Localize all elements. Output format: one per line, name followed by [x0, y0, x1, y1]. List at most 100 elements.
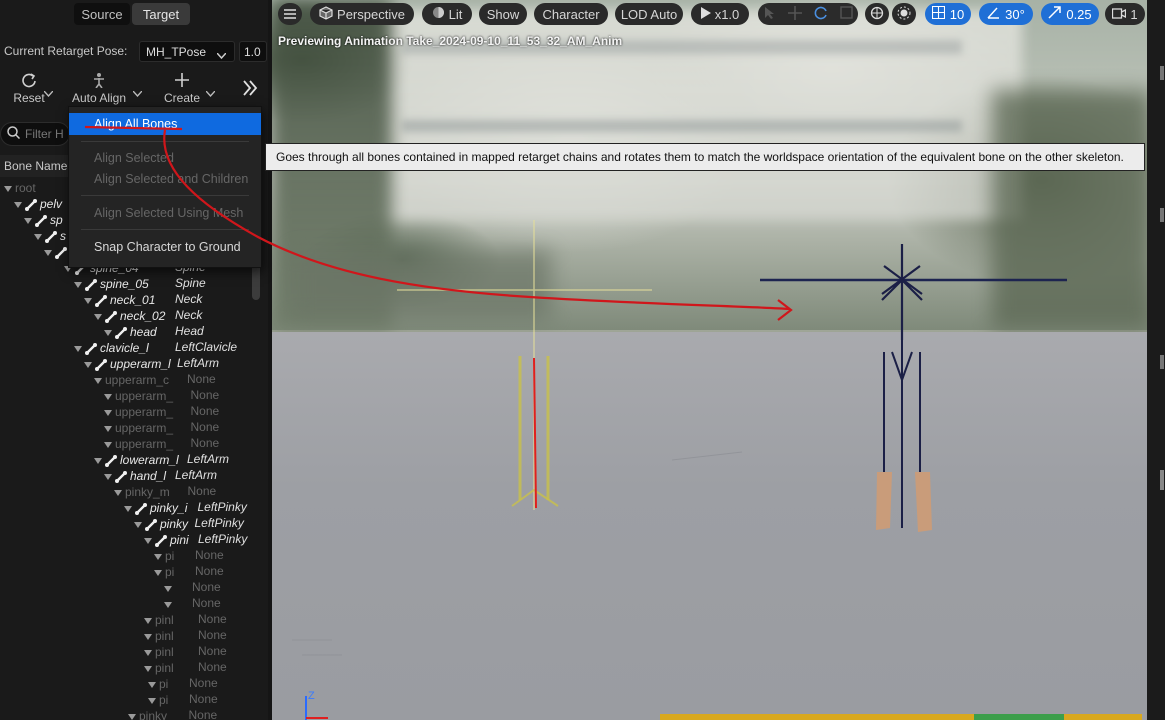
tab-source-label: Source: [81, 6, 123, 22]
expand-triangle-icon[interactable]: [164, 585, 172, 592]
expand-triangle-icon[interactable]: [94, 457, 102, 464]
retarget-pose-dropdown[interactable]: MH_TPose: [139, 41, 235, 62]
expand-triangle-icon[interactable]: [104, 329, 112, 336]
tree-row[interactable]: pelv: [14, 196, 62, 212]
tree-row[interactable]: neck_02: [94, 308, 165, 324]
filter-placeholder: Filter H: [25, 127, 64, 141]
tree-row[interactable]: pinl: [144, 628, 174, 644]
bone-icon: [85, 278, 97, 291]
menu-item-snap-to-ground[interactable]: Snap Character to Ground: [69, 236, 261, 258]
expand-triangle-icon[interactable]: [94, 377, 102, 384]
tree-row[interactable]: pi: [154, 548, 174, 564]
tree-row[interactable]: upperarm_l: [84, 356, 171, 372]
reset-button[interactable]: Reset: [4, 72, 54, 105]
expand-triangle-icon[interactable]: [104, 441, 112, 448]
retarget-chain-label: None: [190, 420, 220, 434]
tree-row[interactable]: pinky_i: [124, 500, 187, 516]
expand-triangle-icon[interactable]: [24, 217, 32, 224]
bone-name: pinky: [139, 709, 168, 720]
expand-triangle-icon[interactable]: [14, 201, 22, 208]
viewport[interactable]: Perspective Lit Show Character LOD Auto …: [272, 0, 1147, 720]
bone-name: pinl: [155, 645, 174, 659]
menu-item-align-all-bones[interactable]: Align All Bones: [69, 113, 261, 135]
tree-row[interactable]: [44, 244, 70, 260]
expand-triangle-icon[interactable]: [128, 713, 136, 720]
expand-triangle-icon[interactable]: [144, 617, 152, 624]
pose-scale-input[interactable]: 1.0: [239, 41, 267, 62]
retarget-chain-label: None: [190, 436, 220, 450]
tree-row[interactable]: hand_l: [104, 468, 166, 484]
auto-align-button[interactable]: Auto Align: [68, 72, 143, 105]
tree-row[interactable]: upperarm_c: [94, 372, 169, 388]
expand-triangle-icon[interactable]: [104, 393, 112, 400]
timeline-bar[interactable]: [660, 714, 1142, 720]
tree-row[interactable]: upperarm_: [104, 436, 173, 452]
expand-triangle-icon[interactable]: [164, 601, 172, 608]
expand-triangle-icon[interactable]: [94, 313, 102, 320]
menu-item-align-using-mesh[interactable]: Align Selected Using Mesh: [69, 202, 261, 224]
tree-row[interactable]: root: [4, 180, 36, 196]
bone-name: pi: [165, 565, 175, 579]
tree-row[interactable]: pi: [148, 676, 168, 692]
expand-triangle-icon[interactable]: [84, 297, 92, 304]
bone-name: head: [130, 325, 157, 339]
expand-triangle-icon[interactable]: [144, 665, 152, 672]
tab-target[interactable]: Target: [132, 3, 190, 25]
expand-triangle-icon[interactable]: [124, 505, 132, 512]
tree-row[interactable]: pinl: [144, 660, 174, 676]
tree-row[interactable]: pinl: [144, 644, 174, 660]
tree-row[interactable]: upperarm_: [104, 388, 173, 404]
expand-triangle-icon[interactable]: [144, 633, 152, 640]
tab-source[interactable]: Source: [74, 3, 130, 25]
more-options-icon[interactable]: [242, 80, 258, 99]
tree-row[interactable]: [164, 580, 175, 596]
expand-triangle-icon[interactable]: [154, 553, 162, 560]
bone-name: pi: [159, 677, 169, 691]
expand-triangle-icon[interactable]: [74, 281, 82, 288]
tree-row[interactable]: pinky_m: [114, 484, 170, 500]
timeline-range[interactable]: [974, 714, 1064, 720]
expand-triangle-icon[interactable]: [104, 425, 112, 432]
menu-item-align-selected[interactable]: Align Selected: [69, 147, 261, 169]
bone-name: s: [60, 229, 66, 243]
expand-triangle-icon[interactable]: [154, 569, 162, 576]
tree-row[interactable]: sp: [24, 212, 63, 228]
expand-triangle-icon[interactable]: [74, 345, 82, 352]
tree-row[interactable]: upperarm_: [104, 404, 173, 420]
expand-triangle-icon[interactable]: [148, 681, 156, 688]
bone-filter-input[interactable]: Filter H: [0, 122, 70, 146]
tree-row[interactable]: neck_01: [84, 292, 155, 308]
expand-triangle-icon[interactable]: [44, 249, 52, 256]
bone-icon: [45, 230, 57, 243]
create-button[interactable]: Create: [160, 72, 216, 105]
bone-icon: [35, 214, 47, 227]
tree-row[interactable]: s: [34, 228, 66, 244]
expand-triangle-icon[interactable]: [144, 537, 152, 544]
plus-icon: [160, 72, 204, 91]
expand-triangle-icon[interactable]: [34, 233, 42, 240]
tree-row[interactable]: [164, 596, 175, 612]
tree-row[interactable]: pi: [148, 692, 168, 708]
expand-triangle-icon[interactable]: [144, 649, 152, 656]
tree-row[interactable]: pinky: [134, 516, 188, 532]
tree-row[interactable]: spine_05: [74, 276, 149, 292]
tree-row[interactable]: head: [104, 324, 157, 340]
expand-triangle-icon[interactable]: [134, 521, 142, 528]
expand-triangle-icon[interactable]: [4, 185, 12, 192]
tree-row[interactable]: upperarm_: [104, 420, 173, 436]
tree-row[interactable]: pi: [154, 564, 174, 580]
expand-triangle-icon[interactable]: [104, 409, 112, 416]
tree-row[interactable]: lowerarm_l: [94, 452, 179, 468]
tree-row[interactable]: pinky: [128, 708, 167, 720]
expand-triangle-icon[interactable]: [104, 473, 112, 480]
bone-column-header[interactable]: Bone Name: [0, 155, 70, 177]
expand-triangle-icon[interactable]: [84, 361, 92, 368]
expand-triangle-icon[interactable]: [114, 489, 122, 496]
tree-row[interactable]: pinl: [144, 612, 174, 628]
tree-row[interactable]: clavicle_l: [74, 340, 149, 356]
tree-row[interactable]: pini: [144, 532, 189, 548]
retarget-chain-label: None: [189, 676, 218, 690]
menu-item-align-selected-children[interactable]: Align Selected and Children: [69, 168, 261, 190]
bone-name: pinl: [155, 613, 174, 627]
expand-triangle-icon[interactable]: [148, 697, 156, 704]
